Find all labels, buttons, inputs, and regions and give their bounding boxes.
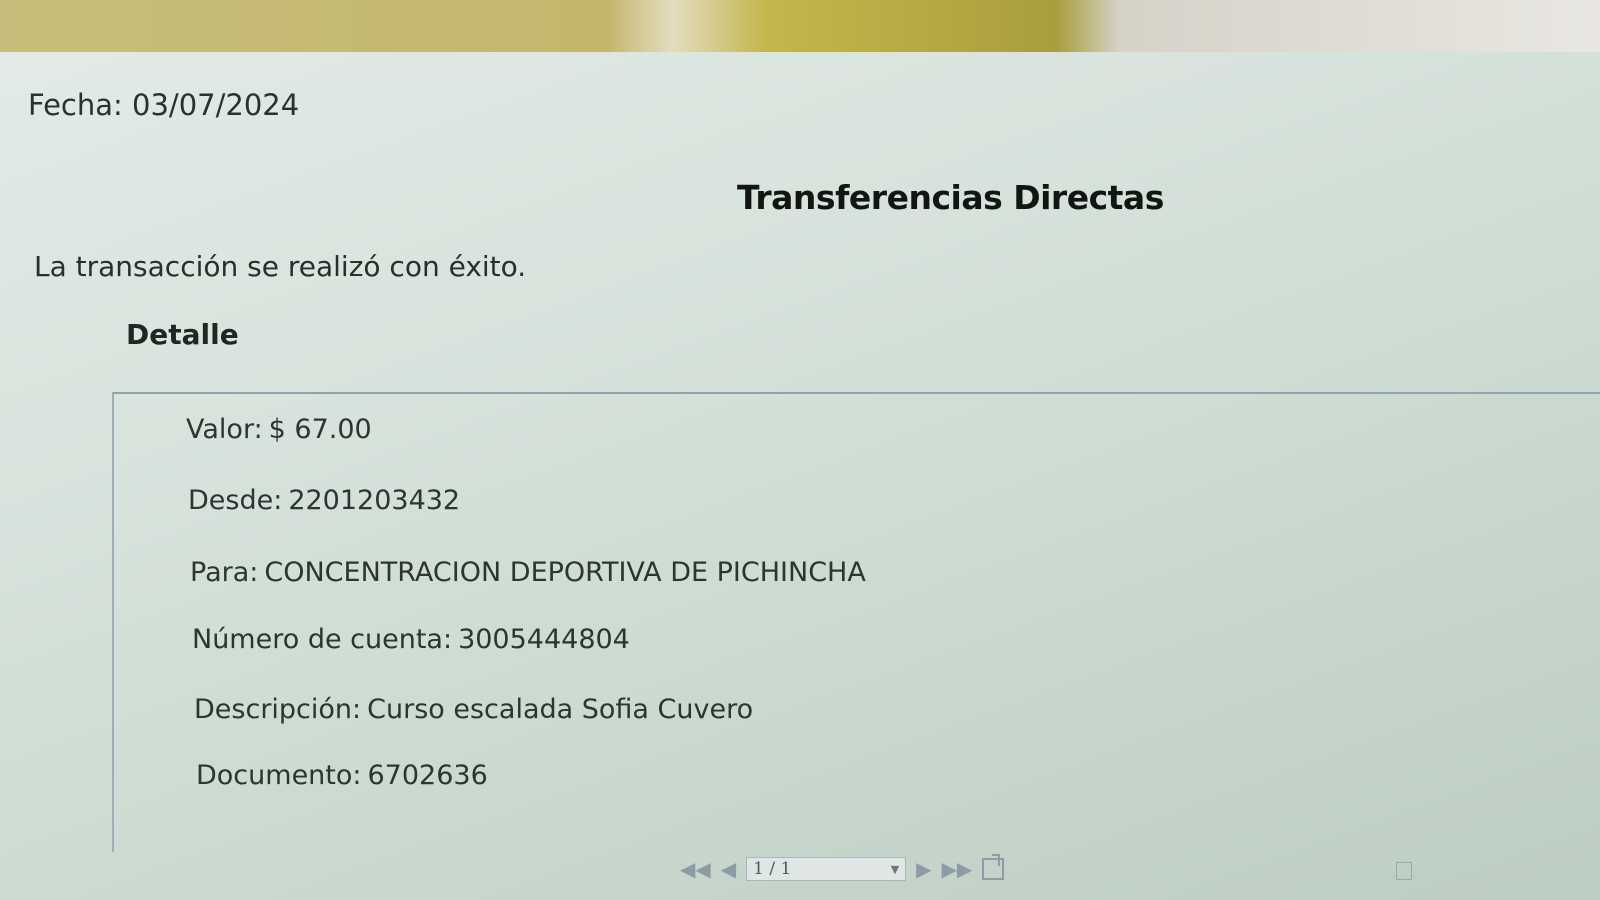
detail-row-descripcion: Descripción: Curso escalada Sofia Cuvero	[194, 694, 753, 725]
detail-row-desde: Desde: 2201203432	[188, 485, 460, 516]
detail-value: 6702636	[367, 760, 488, 791]
page-number: 1 / 1	[753, 859, 792, 879]
success-message: La transacción se realizó con éxito.	[34, 250, 527, 283]
detail-label: Descripción:	[194, 694, 362, 725]
first-page-icon[interactable]: ◀◀	[680, 859, 711, 879]
detail-value: $ 67.00	[268, 414, 372, 445]
chevron-down-icon: ▼	[890, 862, 900, 876]
next-page-icon[interactable]: ▶	[916, 859, 931, 879]
detail-label: Valor:	[186, 414, 263, 445]
detail-value: 3005444804	[458, 624, 630, 655]
date-value: 03/07/2024	[132, 88, 300, 122]
pagination-toolbar: ◀◀ ◀ 1 / 1 ▼ ▶ ▶▶	[680, 854, 1005, 884]
detail-value: Curso escalada Sofia Cuvero	[367, 694, 754, 725]
date-line: Fecha: 03/07/2024	[28, 88, 299, 122]
date-label: Fecha:	[28, 88, 123, 122]
detail-row-documento: Documento: 6702636	[196, 760, 488, 791]
detail-row-valor: Valor: $ 67.00	[186, 414, 372, 445]
detail-label: Para:	[190, 557, 259, 588]
export-icon[interactable]	[982, 854, 1005, 880]
background-window-strip	[0, 0, 1600, 58]
detail-row-numero-cuenta: Número de cuenta: 3005444804	[192, 624, 630, 655]
prev-page-icon[interactable]: ◀	[721, 859, 736, 879]
detail-label: Documento:	[196, 760, 362, 791]
detail-heading: Detalle	[126, 318, 239, 351]
detail-label: Número de cuenta:	[192, 624, 453, 655]
last-page-icon[interactable]: ▶▶	[942, 859, 973, 879]
detail-label: Desde:	[188, 485, 283, 516]
page-select[interactable]: 1 / 1 ▼	[746, 857, 907, 881]
detail-row-para: Para: CONCENTRACION DEPORTIVA DE PICHINCH…	[190, 557, 866, 588]
detail-value: 2201203432	[288, 485, 461, 516]
page-title: Transferencias Directas	[737, 178, 1164, 217]
detail-value: CONCENTRACION DEPORTIVA DE PICHINCHA	[264, 557, 866, 588]
document-icon[interactable]	[1396, 862, 1412, 880]
